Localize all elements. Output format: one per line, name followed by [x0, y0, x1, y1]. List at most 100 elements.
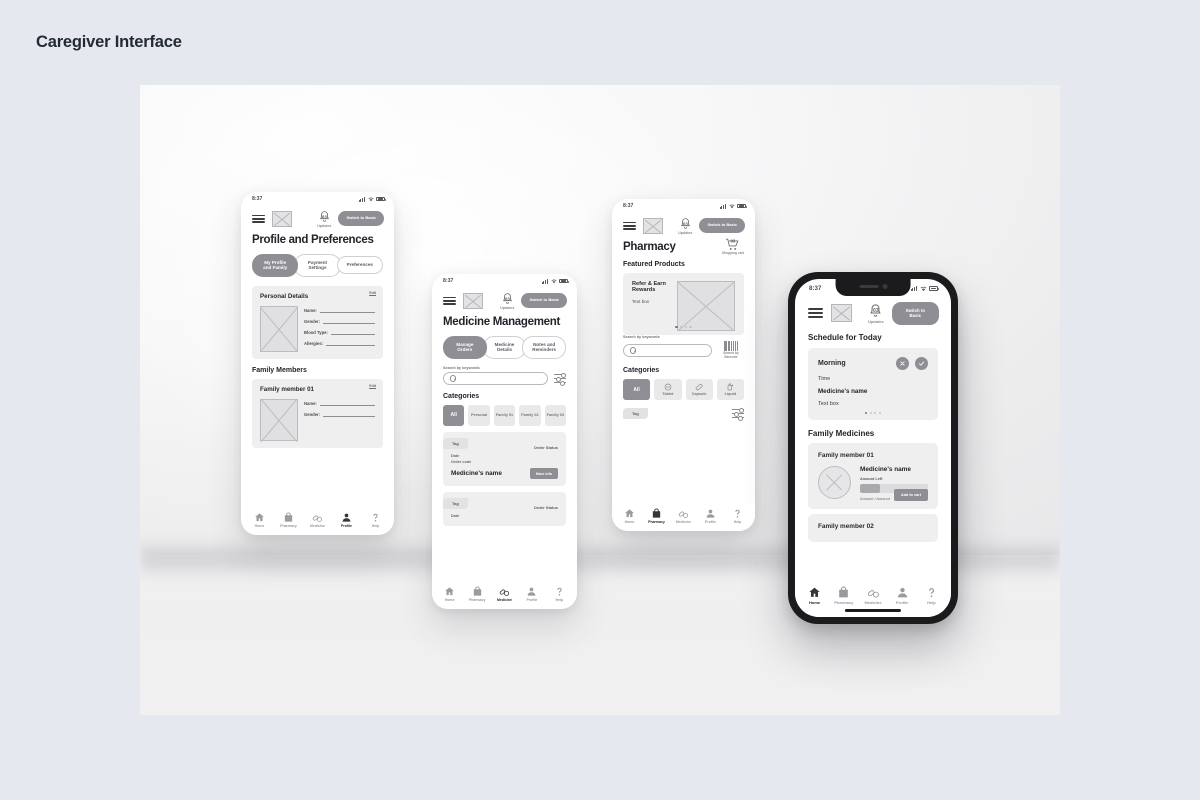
menu-icon[interactable]: [252, 214, 265, 223]
filter-icon[interactable]: [554, 372, 566, 386]
nav-item-pharmacy[interactable]: Pharmacy: [463, 585, 490, 602]
chip-all[interactable]: All: [623, 379, 651, 401]
carousel-dots[interactable]: [623, 325, 744, 328]
chip-liquid[interactable]: Liquid: [716, 379, 744, 401]
tab-manage-orders[interactable]: Manage Orders: [443, 335, 487, 359]
search-by-barcode-button[interactable]: Search by Barcode: [718, 340, 744, 360]
nav-item-help[interactable]: Help: [724, 508, 751, 524]
status-time: 8:37: [809, 285, 822, 292]
dot[interactable]: [874, 411, 877, 414]
screen-body: Medicine Management Manage Orders Medici…: [432, 316, 577, 527]
updates-button[interactable]: 03 Updates: [500, 292, 514, 310]
field-input[interactable]: [326, 341, 375, 346]
search-input[interactable]: [623, 343, 712, 357]
dot[interactable]: [675, 325, 678, 328]
dot[interactable]: [878, 411, 882, 414]
nav-item-home[interactable]: Home: [800, 586, 829, 605]
filter-icon[interactable]: [732, 407, 744, 421]
confirm-button[interactable]: [915, 356, 928, 370]
phone-screen: 8:37 03 Updates Switch to Basic Schedule…: [795, 279, 951, 617]
nav-item-pharmacy[interactable]: Pharmacy: [274, 511, 303, 528]
menu-icon[interactable]: [443, 296, 456, 305]
screen-title: Profile and Preferences: [252, 233, 374, 246]
nav-item-profile[interactable]: Profile: [518, 586, 545, 602]
app-header: 03 Updates Switch to Basic: [241, 203, 394, 231]
schedule-period: Morning: [818, 359, 846, 367]
nav-item-home[interactable]: Home: [436, 586, 463, 602]
logo-placeholder-icon: [831, 304, 852, 323]
chip-family-03[interactable]: Family 03: [544, 404, 567, 426]
switch-to-basic-button[interactable]: Switch to Basic: [521, 293, 567, 309]
updates-badge: 03: [873, 307, 879, 314]
field-input[interactable]: [319, 308, 375, 313]
nav-label: Pharmacy: [648, 520, 665, 524]
tab-notes-and-reminders[interactable]: Notes and Reminders: [522, 335, 567, 359]
chip-personal[interactable]: Personal: [468, 404, 490, 426]
field-input[interactable]: [323, 319, 375, 324]
nav-item-home[interactable]: Home: [245, 512, 274, 528]
more-info-button[interactable]: More info: [529, 468, 558, 480]
field-input[interactable]: [319, 401, 375, 406]
edit-link[interactable]: Edit: [369, 291, 376, 295]
dismiss-button[interactable]: [896, 356, 909, 370]
nav-item-help[interactable]: Help: [546, 586, 573, 602]
nav-label: Profile: [705, 520, 716, 524]
chip-all[interactable]: All: [443, 404, 465, 426]
updates-button[interactable]: 03 Updates: [317, 210, 331, 228]
list-tag: Tag: [623, 407, 648, 419]
chip-family-02[interactable]: Family 02: [519, 404, 541, 426]
order-card[interactable]: Tag Order Status Date Order code Medicin…: [443, 431, 566, 487]
updates-button[interactable]: 03 Updates: [868, 303, 884, 324]
dot[interactable]: [689, 325, 692, 328]
order-card[interactable]: Tag Order Status Date: [443, 492, 566, 527]
field-input[interactable]: [330, 330, 375, 335]
tab-payment-settings[interactable]: Payment Settings: [294, 253, 341, 277]
search-row: Search by Barcode: [623, 340, 744, 360]
chip-family-01[interactable]: Family 01: [493, 404, 516, 426]
nav-item-profile[interactable]: Profile: [888, 586, 917, 605]
updates-button[interactable]: 03 Updates: [678, 217, 692, 235]
tab-medicine-details[interactable]: Medicine Details: [482, 335, 527, 359]
screen-title: Schedule for Today: [808, 332, 882, 342]
family-medicine-card: Family member 01 Medicine's name Amount …: [808, 442, 938, 509]
amount-left-label: Amount Left: [860, 476, 883, 481]
nav-item-profile[interactable]: Profile: [697, 508, 724, 524]
notch: [835, 279, 911, 296]
app-header: 03 Updates Switch to Basic: [612, 210, 755, 238]
nav-label: Help: [371, 524, 380, 528]
add-to-cart-button[interactable]: Add to cart: [893, 488, 928, 501]
switch-to-basic-button[interactable]: Switch to Basic: [699, 218, 745, 234]
nav-item-medicine[interactable]: Medicine: [303, 512, 332, 528]
switch-to-basic-button[interactable]: Switch to Basic: [338, 211, 384, 227]
nav-item-profile[interactable]: Profile: [332, 512, 361, 528]
switch-to-basic-button[interactable]: Switch to Basic: [891, 302, 939, 325]
tab-my-profile-and-family[interactable]: My Profile and Family: [252, 253, 299, 277]
close-icon: [900, 360, 905, 366]
barcode-label: Search by Barcode: [723, 350, 739, 359]
edit-link[interactable]: Edit: [369, 384, 376, 388]
nav-item-home[interactable]: Home: [616, 508, 643, 524]
chip-tablet[interactable]: Tablet: [654, 379, 682, 401]
nav-item-help[interactable]: Help: [361, 512, 390, 528]
menu-icon[interactable]: [623, 221, 636, 230]
shopping-cart-button[interactable]: 03 Shopping cart: [722, 238, 744, 255]
dot[interactable]: [680, 325, 683, 328]
nav-item-pharmacy[interactable]: Pharmacy: [643, 507, 670, 524]
dot[interactable]: [869, 411, 872, 414]
search-input[interactable]: [443, 371, 548, 385]
dot[interactable]: [684, 325, 687, 328]
nav-item-medicine[interactable]: Medicine: [491, 586, 518, 602]
menu-icon[interactable]: [808, 308, 823, 319]
tab-preferences[interactable]: Preferences: [336, 256, 383, 275]
nav-item-pharmacy[interactable]: Pharmacy: [829, 586, 858, 605]
field-input[interactable]: [323, 412, 375, 417]
bottle-icon: [726, 383, 734, 391]
nav-item-help[interactable]: Help: [917, 586, 946, 605]
dot[interactable]: [864, 411, 868, 414]
chip-capsule[interactable]: Capsule: [685, 379, 713, 401]
nav-item-medicine[interactable]: Medicine: [670, 508, 697, 524]
nav-label: Help: [927, 600, 936, 605]
carousel-dots[interactable]: [818, 411, 928, 414]
status-icons: [541, 278, 569, 284]
nav-item-medicine[interactable]: Medicine: [858, 586, 887, 605]
